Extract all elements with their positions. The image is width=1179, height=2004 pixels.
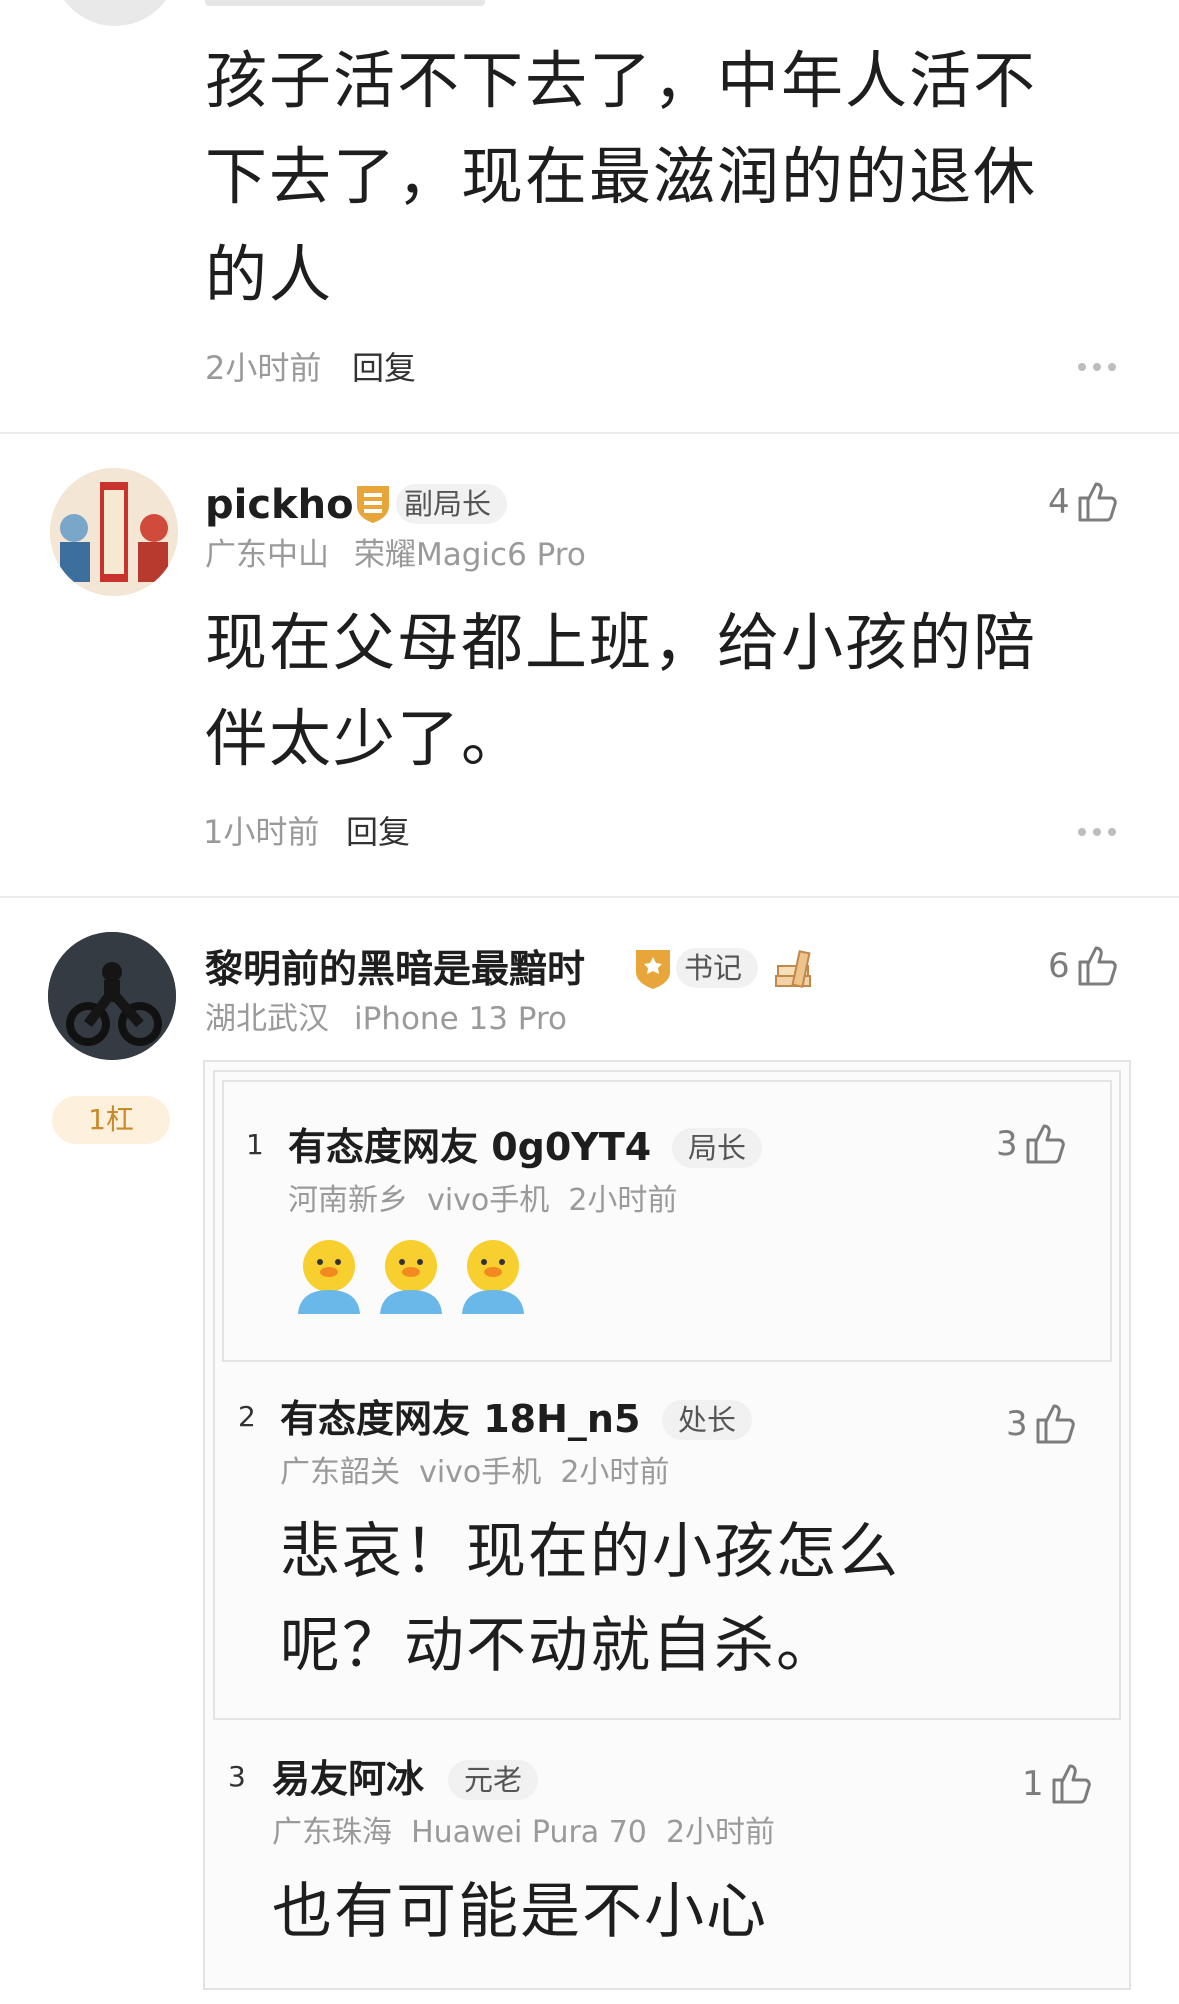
comment-text-line: 的人 [205,238,334,311]
like-count: 6 [1048,946,1070,986]
comment-text-line: 孩子活不下去了，中年人活不 [205,44,1038,117]
comment-text-line: 现在父母都上班，给小孩的陪 [205,606,1038,679]
avatar-image [50,468,178,596]
shield-rank-icon [353,482,393,524]
user-device: 荣耀Magic6 Pro [354,537,586,573]
user-rank-badge: 元老 [448,1760,539,1800]
user-rank-badge: 副局长 [396,484,508,524]
reply-username[interactable]: 有态度网友 18H_n5 [280,1392,640,1446]
star-rank-icon [632,946,674,990]
comment-time: 2小时前 [205,349,322,387]
floor-tag: 1杠 [52,1096,170,1144]
username[interactable]: pickho [205,478,354,532]
avatar-image [48,932,176,1060]
reply-meta: 广东珠海 Huawei Pura 70 2小时前 [272,1815,776,1850]
like-button[interactable]: 3 [996,1120,1070,1168]
divider [0,432,1179,434]
like-button[interactable]: 6 [1048,942,1122,990]
comment-time: 1小时前 [203,813,320,851]
thumbs-up-icon [1078,946,1117,986]
thumbs-up-icon [1026,1124,1065,1164]
duck-emoji-icon [372,1236,450,1318]
user-rank-badge: 局长 [672,1128,763,1168]
user-rank-badge: 书记 [676,948,759,988]
reply-username[interactable]: 易友阿冰 [272,1752,424,1806]
reply-username[interactable]: 有态度网友 0g0YT4 [288,1120,651,1174]
like-count: 3 [996,1124,1018,1164]
more-dots-icon[interactable] [1078,363,1116,371]
user-location: 广东中山 [205,537,329,573]
like-button[interactable]: 1 [1022,1760,1096,1808]
thumbs-up-icon [1078,482,1117,522]
username[interactable]: 黎明前的黑暗是最黯时 [205,942,585,996]
reply-button[interactable]: 回复 [346,810,410,854]
user-rank-badge: 处长 [662,1400,753,1440]
user-location: 湖北武汉 [205,1001,329,1037]
divider [0,896,1179,898]
like-count: 3 [1006,1404,1028,1444]
reply-text-line: 悲哀！现在的小孩怎么 [280,1517,900,1587]
reply-button[interactable]: 回复 [352,346,416,390]
reply-meta: 广东韶关 vivo手机 2小时前 [280,1455,670,1490]
user-device: iPhone 13 Pro [354,1001,567,1037]
thumbs-up-icon [1036,1404,1075,1444]
books-icon [772,948,816,992]
like-count: 4 [1048,482,1070,522]
duck-emoji-icon [454,1236,532,1318]
like-button[interactable]: 4 [1048,478,1122,526]
comment-text-line: 下去了，现在最滋润的的退休 [205,140,1038,213]
comment-text-line: 伴太少了。 [205,702,526,775]
reply-meta: 河南新乡 vivo手机 2小时前 [288,1183,678,1218]
reply-text-line: 呢？动不动就自杀。 [280,1611,838,1681]
cut-off-header-line [205,0,485,6]
reply-index: 3 [228,1760,246,1793]
avatar[interactable] [50,468,178,596]
reply-index: 1 [246,1128,264,1161]
thumbs-up-icon [1052,1764,1091,1804]
avatar[interactable] [48,932,176,1060]
reply-text-line: 也有可能是不小心 [272,1877,768,1947]
avatar-partial[interactable] [52,0,178,26]
duck-emoji-icon [290,1236,368,1318]
like-button[interactable]: 3 [1006,1400,1080,1448]
like-count: 1 [1022,1764,1044,1804]
more-dots-icon[interactable] [1078,828,1116,836]
reply-index: 2 [238,1400,256,1433]
